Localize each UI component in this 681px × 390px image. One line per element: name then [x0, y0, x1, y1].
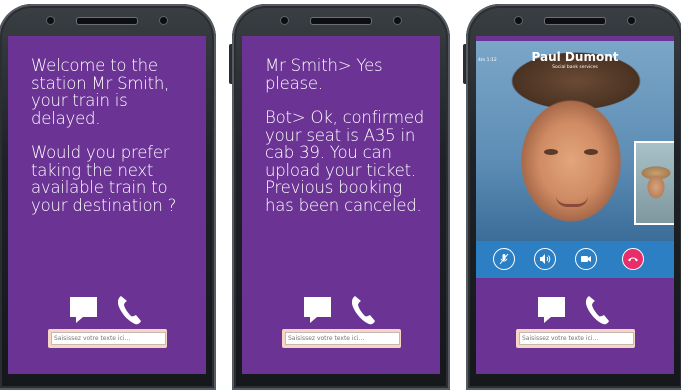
earpiece-speaker — [544, 17, 606, 25]
front-camera — [46, 16, 55, 25]
caller-name: Paul Dumont — [531, 50, 619, 64]
bot-message: Bot> Ok, confirmed your seat is A35 in c… — [265, 108, 425, 215]
user-message: Mr Smith> Yes please. — [265, 56, 383, 93]
self-view-video[interactable] — [634, 141, 674, 225]
chat-screen: Mr Smith> Yes please. Bot> Ok, confirmed… — [242, 36, 440, 374]
sensor — [159, 16, 168, 25]
phone-call-icon[interactable] — [350, 295, 376, 325]
caller-smile — [556, 196, 588, 207]
message-input[interactable] — [519, 332, 634, 345]
message-paragraph: Welcome to the station Mr Smith, your tr… — [31, 56, 170, 128]
chat-bubble-icon[interactable] — [303, 296, 332, 324]
message-input[interactable] — [51, 332, 166, 345]
front-camera — [514, 16, 523, 25]
chat-bubble-icon[interactable] — [537, 296, 566, 324]
earpiece-speaker — [310, 17, 372, 25]
video-call-panel: 4m 1:12 Paul Dumont Social bank services — [476, 41, 674, 278]
video-call-screen: 4m 1:12 Paul Dumont Social bank services — [476, 36, 674, 374]
text-input-frame — [282, 329, 401, 348]
mute-button[interactable] — [493, 248, 515, 270]
call-controls-bar — [476, 241, 674, 278]
speaker-icon — [540, 254, 551, 264]
caller-eye — [584, 149, 598, 155]
chat-bubble-icon[interactable] — [69, 296, 98, 324]
text-input-frame — [48, 329, 167, 348]
phone-1: Welcome to the station Mr Smith, your tr… — [0, 4, 216, 390]
message-input[interactable] — [285, 332, 400, 345]
video-toggle-button[interactable] — [575, 248, 597, 270]
caller-subtitle: Social bank services — [552, 65, 598, 70]
speaker-button[interactable] — [534, 248, 556, 270]
phone-3: 4m 1:12 Paul Dumont Social bank services — [463, 4, 681, 390]
mute-mic-icon — [499, 253, 509, 265]
bot-message: Welcome to the station Mr Smith, your tr… — [31, 57, 201, 231]
caller-eye — [544, 149, 558, 155]
message-paragraph: Would you prefer taking the next availab… — [31, 143, 177, 215]
phone-call-icon[interactable] — [116, 295, 142, 325]
end-call-button[interactable] — [622, 248, 644, 270]
video-camera-icon — [581, 256, 591, 262]
chat-screen: Welcome to the station Mr Smith, your tr… — [8, 36, 206, 374]
sensor — [627, 16, 636, 25]
earpiece-speaker — [76, 17, 138, 25]
text-input-frame — [516, 329, 635, 348]
conversation: Mr Smith> Yes please. Bot> Ok, confirmed… — [265, 57, 435, 231]
phone-call-icon[interactable] — [584, 295, 610, 325]
front-camera — [280, 16, 289, 25]
sensor — [393, 16, 402, 25]
phone-2: Mr Smith> Yes please. Bot> Ok, confirmed… — [229, 4, 450, 390]
end-call-icon — [628, 257, 638, 262]
